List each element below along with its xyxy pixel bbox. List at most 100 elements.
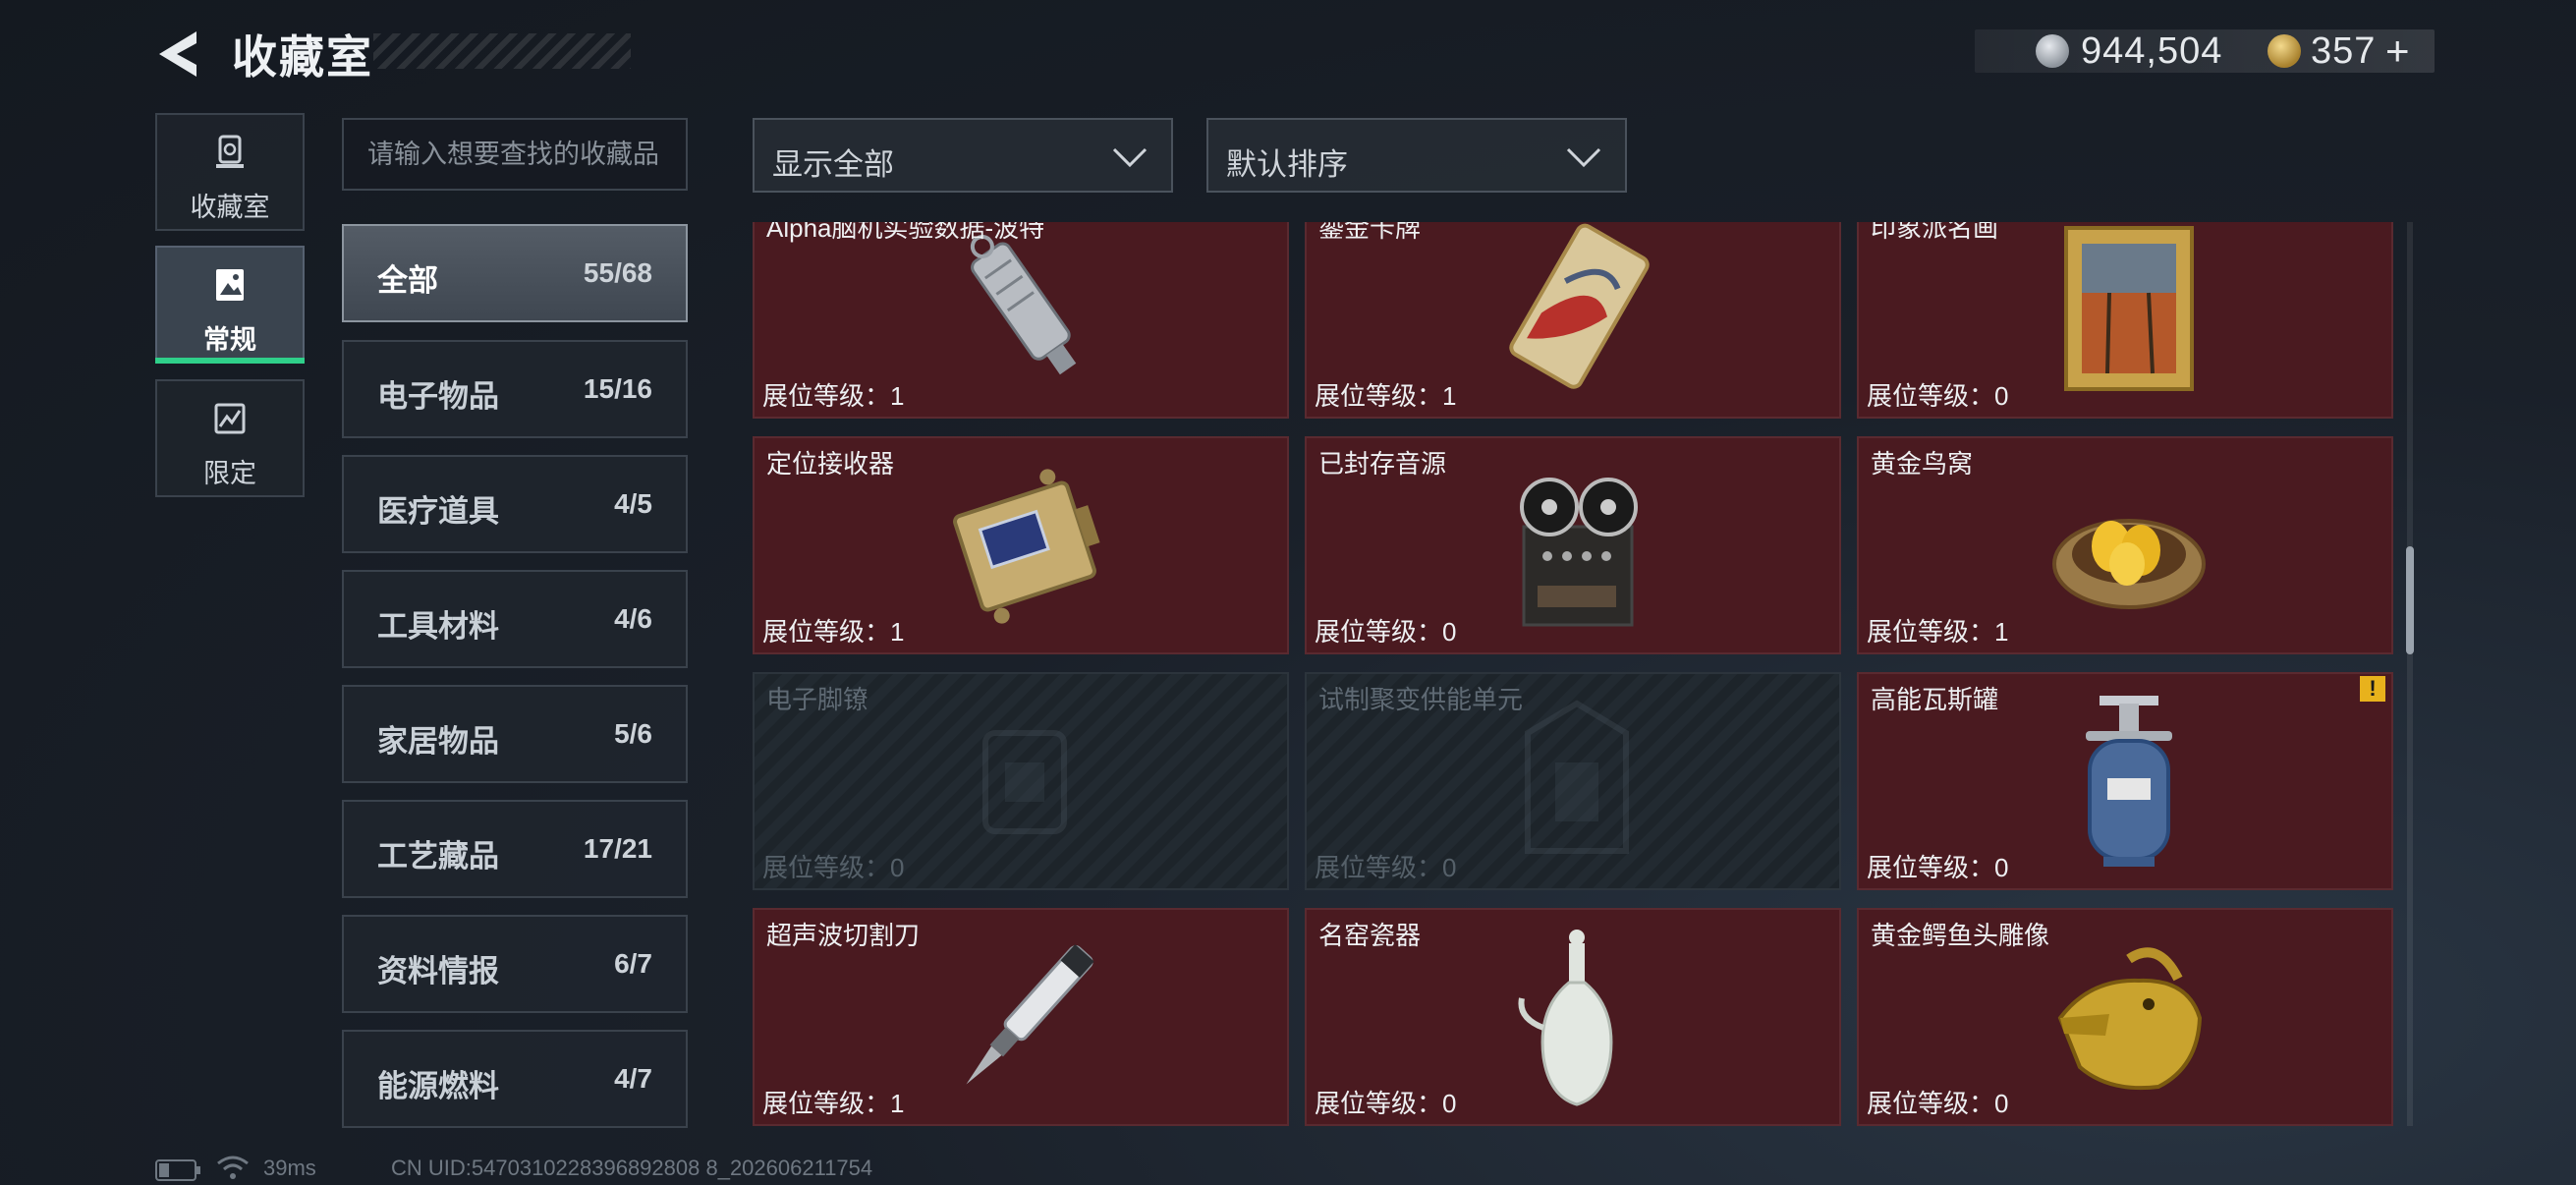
- chevron-down-icon: [1112, 147, 1148, 168]
- warning-badge-icon: !: [2360, 676, 2385, 702]
- grid-scrollbar-thumb[interactable]: [2406, 546, 2414, 654]
- gold-currency-value: 357: [2311, 30, 2377, 72]
- category-name: 全部: [377, 263, 438, 298]
- category-name: 工艺藏品: [377, 839, 499, 874]
- category-medical[interactable]: 医疗道具 4/5: [342, 455, 688, 553]
- category-name: 医疗道具: [377, 494, 499, 529]
- category-count: 4/6: [614, 603, 652, 634]
- ultrasonic-cutter-icon: [966, 944, 1094, 1085]
- item-level: 展位等级：0: [1315, 853, 1457, 882]
- category-all[interactable]: 全部 55/68: [342, 224, 688, 322]
- gold-coin-icon: [2268, 34, 2301, 68]
- collection-grid: Alpha脑机实验数据-波特 展位等级：1 鎏金卡牌 展位等级：1 印象派名画 …: [753, 222, 2393, 1126]
- collection-card-locked[interactable]: 电子脚镣 展位等级：0: [753, 672, 1289, 890]
- item-name: 电子脚镣: [766, 685, 869, 714]
- title-decoration: [373, 33, 631, 69]
- item-name: 黄金鸟窝: [1871, 449, 1974, 479]
- item-level: 展位等级：0: [1315, 617, 1457, 647]
- category-energy[interactable]: 能源燃料 4/7: [342, 1030, 688, 1128]
- item-level: 展位等级：1: [1867, 617, 2009, 647]
- collection-card[interactable]: 已封存音源 展位等级：0: [1305, 436, 1841, 654]
- back-arrow-icon: [159, 31, 196, 77]
- collection-card-locked[interactable]: 试制聚变供能单元 展位等级：0: [1305, 672, 1841, 890]
- collection-card[interactable]: 定位接收器 展位等级：1: [753, 436, 1289, 654]
- nav-label: 限定: [203, 459, 256, 488]
- tape-recorder-icon: [1520, 478, 1638, 627]
- collection-card[interactable]: 超声波切割刀 展位等级：1: [753, 908, 1289, 1126]
- wifi-icon: [217, 1156, 249, 1179]
- item-level: 展位等级：0: [1315, 1089, 1457, 1118]
- category-name: 能源燃料: [377, 1069, 499, 1103]
- item-level: 展位等级：0: [1867, 853, 2009, 882]
- collection-card[interactable]: ! 高能瓦斯罐 展位等级：0: [1857, 672, 2393, 890]
- nav-regular[interactable]: 常规: [155, 246, 305, 364]
- limited-icon: [214, 403, 246, 434]
- gilded-card-icon: [1509, 223, 1650, 389]
- category-count: 4/5: [614, 488, 652, 519]
- item-name: 超声波切割刀: [766, 921, 921, 950]
- golden-nest-icon: [2052, 519, 2206, 609]
- item-name: 试制聚变供能单元: [1318, 685, 1524, 714]
- category-count: 15/16: [583, 373, 652, 404]
- category-count: 5/6: [614, 718, 652, 749]
- category-count: 17/21: [583, 833, 652, 864]
- item-level: 展位等级：0: [762, 853, 905, 882]
- nav-collection-room[interactable]: 收藏室: [155, 113, 305, 231]
- sort-dropdown[interactable]: 默认排序: [1206, 118, 1627, 193]
- nav-limited[interactable]: 限定: [155, 379, 305, 497]
- item-level: 展位等级：1: [762, 1089, 905, 1118]
- item-name: 鎏金卡牌: [1318, 222, 1422, 243]
- item-name: 定位接收器: [766, 449, 895, 479]
- nav-label: 常规: [203, 325, 256, 355]
- category-household[interactable]: 家居物品 5/6: [342, 685, 688, 783]
- item-name: 高能瓦斯罐: [1871, 685, 1999, 714]
- grid-scrollbar-track[interactable]: [2407, 222, 2413, 1126]
- item-level: 展位等级：1: [762, 381, 905, 411]
- item-level: 展位等级：0: [1867, 1089, 2009, 1118]
- gas-canister-icon: [2086, 696, 2172, 867]
- ping-display: 39ms: [263, 1156, 316, 1180]
- chevron-down-icon: [1566, 147, 1601, 168]
- nav-label: 收藏室: [190, 193, 270, 222]
- item-level: 展位等级：0: [1867, 381, 2009, 411]
- gold-crocodile-icon: [2057, 947, 2203, 1091]
- uid-display: CN UID:5470310228396892808 8_20260621175…: [391, 1156, 873, 1180]
- collection-card[interactable]: Alpha脑机实验数据-波特 展位等级：1: [753, 222, 1289, 419]
- receiver-icon: [953, 469, 1100, 624]
- filter-label: 显示全部: [772, 147, 894, 182]
- collection-card[interactable]: 黄金鸟窝 展位等级：1: [1857, 436, 2393, 654]
- silver-currency-value: 944,504: [2081, 30, 2223, 72]
- collection-card[interactable]: 印象派名画 展位等级：0: [1857, 222, 2393, 419]
- category-name: 工具材料: [377, 609, 499, 644]
- category-name: 资料情报: [377, 954, 499, 988]
- silver-coin-icon: [2036, 34, 2069, 68]
- item-name: 已封存音源: [1318, 449, 1447, 479]
- ankle-monitor-icon: [982, 730, 1067, 834]
- category-electronics[interactable]: 电子物品 15/16: [342, 340, 688, 438]
- currency-bar: 944,504 357 +: [1975, 29, 2435, 73]
- back-button[interactable]: [155, 28, 204, 81]
- active-indicator: [155, 358, 305, 364]
- category-crafts[interactable]: 工艺藏品 17/21: [342, 800, 688, 898]
- item-level: 展位等级：1: [762, 617, 905, 647]
- category-tools[interactable]: 工具材料 4/6: [342, 570, 688, 668]
- add-currency-button[interactable]: +: [2385, 29, 2411, 73]
- battery-icon: [155, 1159, 200, 1181]
- item-name: 黄金鳄鱼头雕像: [1871, 921, 2050, 950]
- collection-card[interactable]: 黄金鳄鱼头雕像 展位等级：0: [1857, 908, 2393, 1126]
- collection-card[interactable]: 鎏金卡牌 展位等级：1: [1305, 222, 1841, 419]
- category-count: 4/7: [614, 1063, 652, 1094]
- item-name: 印象派名画: [1871, 222, 1999, 243]
- trophy-icon: [216, 135, 244, 168]
- page-title: 收藏室: [232, 31, 373, 83]
- category-intel[interactable]: 资料情报 6/7: [342, 915, 688, 1013]
- filter-dropdown[interactable]: 显示全部: [753, 118, 1173, 193]
- collection-search-input[interactable]: [342, 118, 688, 191]
- category-count: 6/7: [614, 948, 652, 979]
- item-name: 名窑瓷器: [1318, 921, 1422, 950]
- collection-card[interactable]: 名窑瓷器 展位等级：0: [1305, 908, 1841, 1126]
- item-level: 展位等级：1: [1315, 381, 1457, 411]
- category-name: 家居物品: [377, 724, 499, 759]
- picture-icon: [216, 269, 244, 301]
- category-count: 55/68: [583, 257, 652, 288]
